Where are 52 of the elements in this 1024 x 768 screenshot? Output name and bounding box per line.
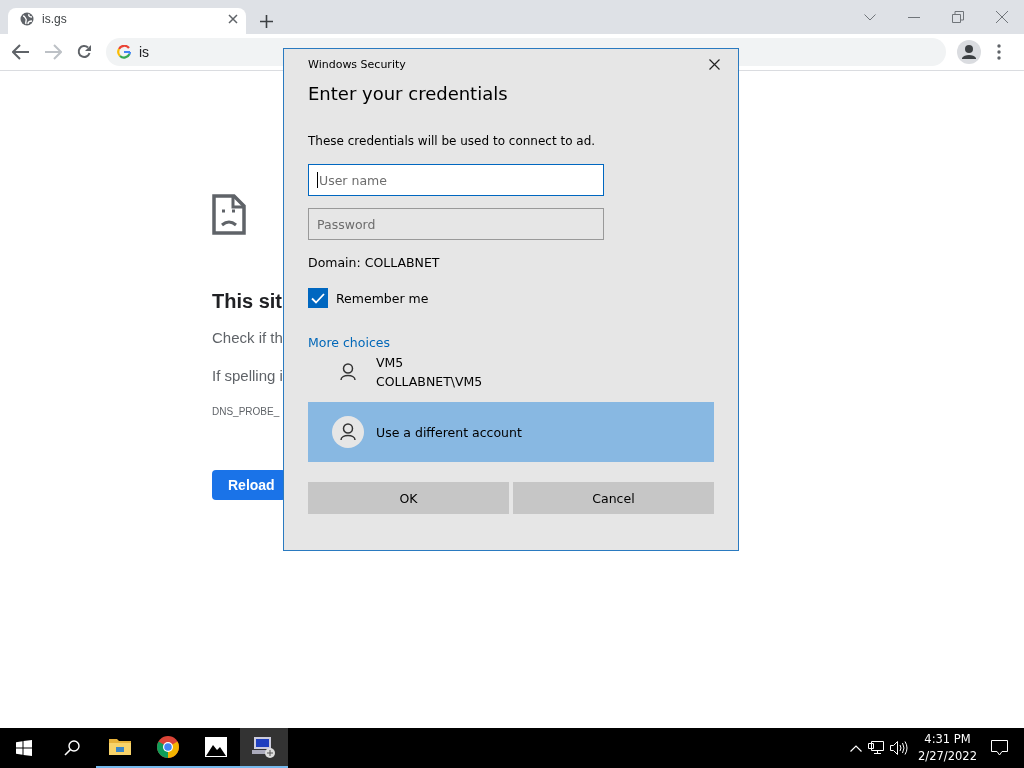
folder-icon[interactable] (109, 738, 131, 756)
back-arrow-icon[interactable] (12, 44, 30, 60)
dialog-message: These credentials will be used to connect to ad. (308, 134, 597, 148)
windows-start-icon[interactable] (16, 740, 32, 756)
domain-label: Domain: COLLABNET (308, 255, 441, 270)
reload-button[interactable]: Reload (212, 470, 286, 500)
speaker-icon[interactable] (890, 741, 909, 755)
menu-icon[interactable] (997, 44, 1001, 60)
chevron-down-icon[interactable] (864, 13, 876, 21)
clock-date[interactable]: 2/27/2022 (918, 748, 977, 765)
chrome-icon[interactable] (157, 736, 179, 758)
google-icon (117, 45, 131, 59)
address-text: is (139, 44, 150, 60)
account-name: Use a different account (376, 423, 522, 442)
browser-tab[interactable]: is.gs (8, 8, 246, 34)
person-icon (340, 423, 356, 441)
tab-title: is.gs (42, 12, 68, 26)
new-tab-icon[interactable] (260, 15, 273, 28)
minimize-icon[interactable] (908, 16, 920, 18)
cancel-button[interactable]: Cancel (513, 482, 714, 514)
account-detail: COLLABNET\VM5 (376, 373, 483, 391)
ok-button[interactable]: OK (308, 482, 509, 514)
error-code: DNS_PROBE_ (212, 406, 280, 417)
computer-network-icon[interactable] (252, 736, 276, 758)
error-message: If spelling i (212, 367, 283, 384)
username-field[interactable]: User name (308, 164, 604, 196)
network-icon[interactable] (868, 740, 885, 756)
checkbox[interactable] (308, 288, 328, 308)
dialog-caption: Windows Security (308, 58, 406, 71)
password-field[interactable]: Password (308, 208, 604, 240)
more-choices-link[interactable]: More choices (308, 335, 390, 350)
profile-avatar-icon[interactable] (957, 40, 981, 64)
restore-icon[interactable] (952, 11, 964, 23)
notification-icon[interactable] (991, 740, 1008, 756)
error-message: Check if th (212, 329, 283, 346)
error-heading: This sit (212, 290, 282, 313)
clock-time[interactable]: 4:31 PM (924, 731, 971, 748)
account-name: VM5 (376, 354, 405, 372)
search-icon[interactable] (64, 740, 80, 756)
close-icon[interactable] (709, 59, 720, 70)
reload-icon[interactable] (76, 44, 92, 60)
account-option[interactable]: VM5 COLLABNET\VM5 (308, 350, 714, 394)
checkbox-label: Remember me (336, 290, 429, 306)
mountain-image-icon[interactable] (205, 737, 227, 757)
globe-icon (20, 12, 34, 26)
close-icon[interactable] (228, 14, 238, 24)
account-option[interactable]: Use a different account (308, 402, 714, 462)
taskbar-app[interactable] (240, 728, 288, 768)
dialog-title: Enter your credentials (308, 83, 509, 104)
chevron-up-icon[interactable] (850, 744, 863, 752)
sad-page-icon (212, 194, 246, 235)
person-icon (340, 363, 356, 381)
